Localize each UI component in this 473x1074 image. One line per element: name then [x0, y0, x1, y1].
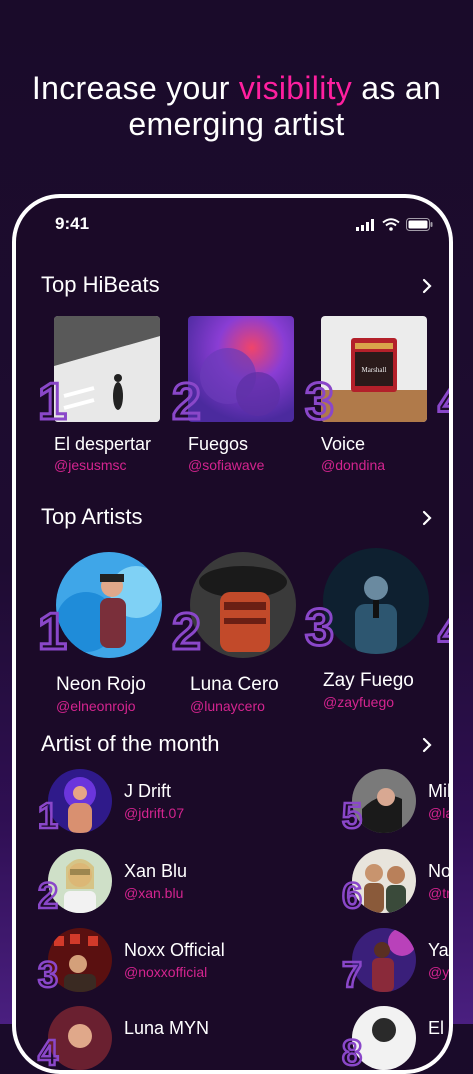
- hibeat-handle[interactable]: @sofiawave: [188, 457, 294, 473]
- hibeat-thumb: [188, 316, 294, 422]
- rank-number: 2: [171, 602, 203, 663]
- month-artist-handle[interactable]: @lau: [428, 805, 449, 821]
- month-list-item[interactable]: 6 Nox @tra: [341, 849, 452, 917]
- wifi-icon: [382, 218, 400, 231]
- section-title-artists: Top Artists: [41, 504, 143, 529]
- hibeat-handle[interactable]: @dondina: [321, 457, 427, 473]
- rank-number: 4: [437, 372, 449, 433]
- month-list-item[interactable]: 7 Yak @ya: [341, 928, 449, 996]
- month-list-item[interactable]: 8 El C: [341, 1006, 449, 1070]
- month-list-item[interactable]: 3 Noxx Official @noxxofficial: [37, 928, 248, 996]
- month-artist-handle[interactable]: @jdrift.07: [124, 805, 184, 821]
- rank-number: 1: [37, 372, 69, 433]
- rank-number: 8: [341, 1031, 364, 1073]
- month-artist-name: J Drift: [124, 781, 171, 801]
- month-artist-handle[interactable]: @xan.blu: [124, 885, 183, 901]
- svg-text:Marshall: Marshall: [362, 366, 387, 374]
- month-artist-handle[interactable]: @ya: [428, 964, 449, 980]
- month-artist-handle[interactable]: @tra: [428, 885, 449, 901]
- battery-icon: [406, 218, 433, 231]
- headline-accent: visibility: [238, 70, 353, 106]
- phone-frame: 9:41 Top HiBeats 1 El despertar @jesusms…: [12, 194, 453, 1074]
- signal-icon: [356, 218, 374, 231]
- hibeat-thumb: Marshall: [321, 316, 427, 422]
- month-list-item[interactable]: 1 J Drift @jdrift.07: [37, 769, 248, 837]
- hibeat-thumb: [54, 316, 160, 422]
- artist-avatar: [323, 548, 429, 654]
- artist-name: Neon Rojo: [56, 674, 146, 695]
- artist-handle[interactable]: @elneonrojo: [56, 698, 164, 714]
- month-artist-name: Noxx Official: [124, 940, 225, 960]
- rank-number: 7: [341, 953, 364, 997]
- month-list-item[interactable]: 2 Xan Blu @xan.blu: [37, 849, 248, 917]
- rank-number: 2: [37, 874, 60, 918]
- hibeat-title: Voice: [321, 434, 366, 454]
- rank-number: 2: [171, 372, 203, 433]
- month-artist-name: Mila: [428, 781, 451, 801]
- section-title-month: Artist of the month: [41, 731, 220, 756]
- rank-number: 3: [304, 372, 336, 433]
- hibeat-card[interactable]: 2 Fuegos @sofiawave: [171, 316, 294, 473]
- rank-number: 3: [37, 953, 60, 997]
- rank-number: 3: [304, 598, 336, 659]
- artist-handle[interactable]: @lunaycero: [190, 698, 298, 714]
- rank-number: 5: [341, 794, 364, 838]
- artist-card[interactable]: 2 Luna Cero @lunaycero: [171, 552, 298, 714]
- month-list-item[interactable]: 5 Mila @lau: [341, 769, 451, 837]
- rank-number: 6: [341, 874, 364, 918]
- artist-card[interactable]: 3 Zay Fuego @zayfuego: [304, 548, 431, 710]
- hibeats-chevron-right-icon[interactable]: [421, 278, 433, 294]
- artist-avatar: [190, 552, 296, 658]
- artists-chevron-right-icon[interactable]: [421, 510, 433, 526]
- month-artist-handle[interactable]: @noxxofficial: [124, 964, 207, 980]
- rank-number: 1: [37, 794, 60, 838]
- month-artist-name: Xan Blu: [124, 861, 188, 881]
- hibeat-card[interactable]: Marshall 3 Voice @dondina: [304, 316, 427, 473]
- headline: Increase your visibility as an emerging …: [0, 70, 473, 142]
- month-chevron-right-icon[interactable]: [421, 737, 433, 753]
- month-artist-name: El C: [428, 1018, 449, 1038]
- artist-handle[interactable]: @zayfuego: [323, 694, 431, 710]
- artist-avatar: [56, 552, 162, 658]
- month-artist-name: Luna MYN: [124, 1018, 210, 1038]
- rank-number: 4: [37, 1031, 60, 1073]
- headline-pre: Increase your: [31, 70, 239, 106]
- artist-name: Luna Cero: [190, 674, 279, 695]
- hibeat-title: El despertar: [54, 434, 152, 454]
- month-artist-name: Yak: [428, 940, 449, 960]
- hibeat-handle[interactable]: @jesusmsc: [54, 457, 160, 473]
- artist-name: Zay Fuego: [323, 670, 414, 691]
- month-artist-name: Nox: [428, 861, 452, 881]
- hibeat-title: Fuegos: [188, 434, 249, 454]
- status-icons: [356, 218, 433, 231]
- rank-number: 1: [37, 602, 69, 663]
- status-time: 9:41: [55, 214, 90, 233]
- artist-card[interactable]: 1 Neon Rojo @elneonrojo: [37, 552, 164, 714]
- rank-number: 4: [437, 602, 449, 663]
- hibeat-card[interactable]: 1 El despertar @jesusmsc: [37, 316, 160, 473]
- section-title-hibeats: Top HiBeats: [41, 272, 160, 297]
- month-list-item[interactable]: 4 Luna MYN: [37, 1006, 248, 1070]
